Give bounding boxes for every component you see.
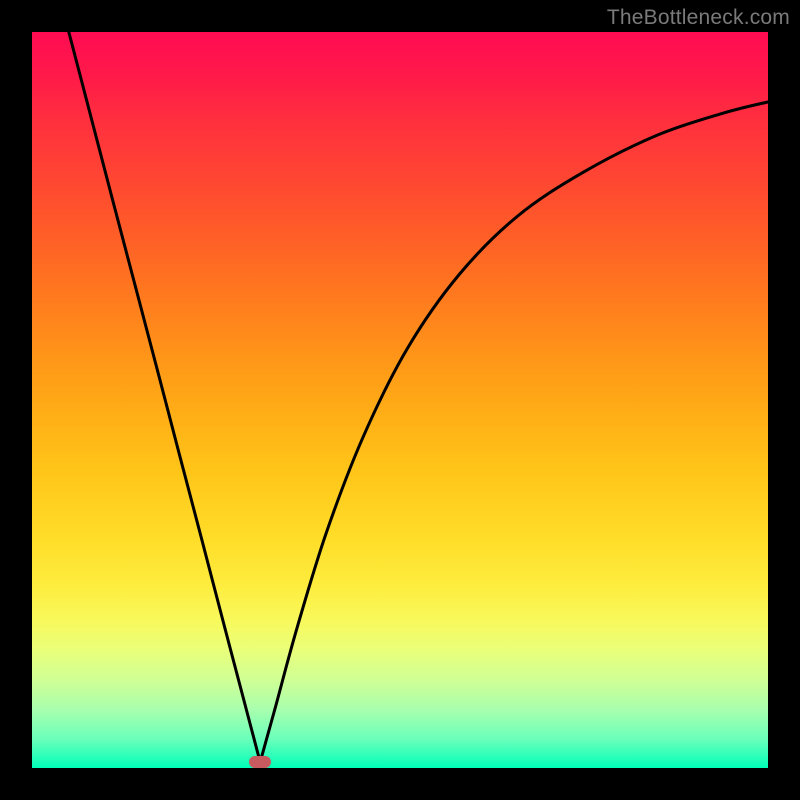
watermark-text: TheBottleneck.com: [607, 6, 790, 30]
bottleneck-curve: [32, 32, 768, 768]
chart-frame: TheBottleneck.com: [0, 0, 800, 800]
plot-area: [32, 32, 768, 768]
minimum-marker-icon: [249, 756, 271, 768]
